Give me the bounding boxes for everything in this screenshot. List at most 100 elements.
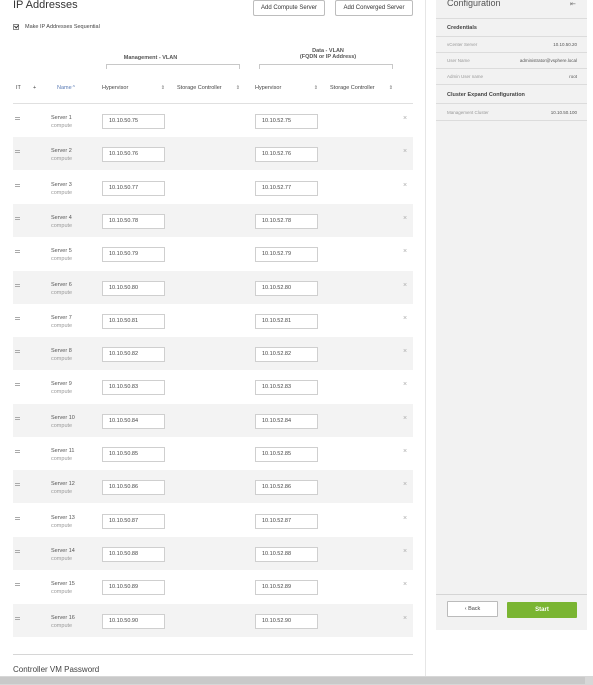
management-hypervisor-ip-input[interactable]: 10.10.50.79 <box>102 247 165 263</box>
management-hypervisor-ip-input[interactable]: 10.10.50.77 <box>102 180 165 196</box>
management-hypervisor-ip-input[interactable]: 10.10.50.75 <box>102 114 165 129</box>
management-hypervisor-ip-input[interactable]: 10.10.50.89 <box>102 580 165 596</box>
vcenter-server-label: vCenter Server <box>447 42 478 47</box>
column-header-data-storage-controller[interactable]: Storage Controller ⇕ <box>330 85 393 91</box>
start-button[interactable]: Start <box>507 602 577 618</box>
remove-server-icon[interactable]: × <box>403 315 407 322</box>
drag-handle-icon[interactable] <box>15 316 20 320</box>
collapse-arrow-icon[interactable]: ⇤ <box>570 0 576 8</box>
remove-server-icon[interactable]: × <box>403 248 407 255</box>
data-hypervisor-ip-input[interactable]: 10.10.52.84 <box>255 413 318 429</box>
data-hypervisor-ip-input[interactable]: 10.10.52.77 <box>255 180 318 196</box>
management-hypervisor-ip-input[interactable]: 10.10.50.88 <box>102 546 165 562</box>
data-hypervisor-ip-input[interactable]: 10.10.52.82 <box>255 347 318 363</box>
column-header-hypervisor[interactable]: Hypervisor ⇕ <box>102 85 165 91</box>
drag-handle-icon[interactable] <box>15 150 20 154</box>
server-role: compute <box>51 522 73 529</box>
drag-handle-icon[interactable] <box>15 516 20 520</box>
drag-handle-icon[interactable] <box>15 483 20 487</box>
drag-handle-icon[interactable] <box>15 583 20 587</box>
drag-handle-icon[interactable] <box>15 383 20 387</box>
management-hypervisor-ip-input[interactable]: 10.10.50.84 <box>102 413 165 429</box>
data-hypervisor-ip-input[interactable]: 10.10.52.85 <box>255 447 318 462</box>
remove-server-icon[interactable]: × <box>403 115 407 122</box>
column-header-name[interactable]: Name ^ <box>57 85 75 91</box>
remove-server-icon[interactable]: × <box>403 515 407 522</box>
data-hypervisor-ip-input[interactable]: 10.10.52.88 <box>255 546 318 562</box>
drag-handle-icon[interactable] <box>15 117 20 120</box>
remove-server-icon[interactable]: × <box>403 381 407 388</box>
data-hypervisor-ip-input[interactable]: 10.10.52.76 <box>255 147 318 163</box>
divider <box>436 120 587 121</box>
remove-server-icon[interactable]: × <box>403 215 407 222</box>
server-role: compute <box>51 156 73 163</box>
server-role: compute <box>51 256 73 263</box>
remove-server-icon[interactable]: × <box>403 348 407 355</box>
configuration-panel: Configuration ⇤ Credentials vCenter Serv… <box>436 0 587 630</box>
column-header-storage-controller[interactable]: Storage Controller ⇕ <box>177 85 240 91</box>
server-name: Server 7 compute <box>51 314 72 330</box>
sequential-ip-option[interactable]: Make IP Addresses Sequential <box>13 22 100 32</box>
table-row: Server 9 compute 10.10.50.83 10.10.52.83 × <box>13 370 413 403</box>
data-hypervisor-ip-input[interactable]: 10.10.52.87 <box>255 513 318 529</box>
drag-handle-icon[interactable] <box>15 216 20 220</box>
management-hypervisor-ip-input[interactable]: 10.10.50.78 <box>102 213 165 229</box>
add-converged-server-button[interactable]: Add Converged Server <box>335 0 413 16</box>
server-name-label: Server 9 <box>51 381 72 388</box>
remove-server-icon[interactable]: × <box>403 415 407 422</box>
management-hypervisor-ip-input[interactable]: 10.10.50.80 <box>102 280 165 296</box>
server-name-label: Server 10 <box>51 414 75 421</box>
management-hypervisor-ip-input[interactable]: 10.10.50.83 <box>102 380 165 396</box>
management-hypervisor-ip-input[interactable]: 10.10.50.90 <box>102 613 165 629</box>
horizontal-scrollbar[interactable] <box>0 676 593 685</box>
data-hypervisor-ip-input[interactable]: 10.10.52.75 <box>255 114 318 129</box>
back-button[interactable]: ‹ Back <box>447 601 498 617</box>
drag-handle-icon[interactable] <box>15 616 20 620</box>
drag-handle-icon[interactable] <box>15 450 20 453</box>
scrollbar-thumb[interactable] <box>0 677 585 684</box>
data-vlan-subtitle: (FQDN or IP Address) <box>299 54 357 60</box>
drag-handle-icon[interactable] <box>15 350 20 354</box>
management-hypervisor-ip-input[interactable]: 10.10.50.81 <box>102 313 165 329</box>
drag-handle-icon[interactable] <box>15 549 20 553</box>
sequential-ip-checkbox[interactable] <box>13 24 19 30</box>
data-hypervisor-ip-input[interactable]: 10.10.52.78 <box>255 213 318 229</box>
data-hypervisor-ip-input[interactable]: 10.10.52.79 <box>255 247 318 263</box>
server-role: compute <box>51 555 73 562</box>
remove-server-icon[interactable]: × <box>403 448 407 455</box>
drag-handle-icon[interactable] <box>15 283 20 287</box>
server-name: Server 9 compute <box>51 380 72 396</box>
table-row: Server 5 compute 10.10.50.79 10.10.52.79 × <box>13 237 413 270</box>
add-compute-server-button[interactable]: Add Compute Server <box>253 0 325 16</box>
management-hypervisor-ip-input[interactable]: 10.10.50.86 <box>102 480 165 496</box>
remove-server-icon[interactable]: × <box>403 581 407 588</box>
remove-server-icon[interactable]: × <box>403 182 407 189</box>
data-hypervisor-ip-input[interactable]: 10.10.52.90 <box>255 613 318 629</box>
management-hypervisor-ip-input[interactable]: 10.10.50.76 <box>102 147 165 163</box>
management-hypervisor-ip-input[interactable]: 10.10.50.87 <box>102 513 165 529</box>
remove-server-icon[interactable]: × <box>403 282 407 289</box>
table-row: Server 15 compute 10.10.50.89 10.10.52.89 × <box>13 570 413 603</box>
column-header-add[interactable]: + <box>33 85 36 91</box>
data-hypervisor-ip-input[interactable]: 10.10.52.86 <box>255 480 318 496</box>
server-name-label: Server 12 <box>51 481 75 488</box>
data-hypervisor-ip-input[interactable]: 10.10.52.83 <box>255 380 318 396</box>
column-header-index[interactable]: IT <box>16 85 21 91</box>
drag-handle-icon[interactable] <box>15 183 20 187</box>
remove-server-icon[interactable]: × <box>403 615 407 622</box>
drag-handle-icon[interactable] <box>15 250 20 254</box>
data-hypervisor-ip-input[interactable]: 10.10.52.89 <box>255 580 318 596</box>
data-hypervisor-ip-input[interactable]: 10.10.52.81 <box>255 313 318 329</box>
drag-handle-icon[interactable] <box>15 416 20 420</box>
remove-server-icon[interactable]: × <box>403 548 407 555</box>
divider <box>436 68 587 69</box>
server-role: compute <box>51 489 73 496</box>
table-row: Server 16 compute 10.10.50.90 10.10.52.90 × <box>13 603 413 637</box>
remove-server-icon[interactable]: × <box>403 148 407 155</box>
sequential-ip-label: Make IP Addresses Sequential <box>25 24 100 30</box>
data-hypervisor-ip-input[interactable]: 10.10.52.80 <box>255 280 318 296</box>
management-hypervisor-ip-input[interactable]: 10.10.50.82 <box>102 347 165 363</box>
management-hypervisor-ip-input[interactable]: 10.10.50.85 <box>102 447 165 462</box>
remove-server-icon[interactable]: × <box>403 481 407 488</box>
column-header-data-hypervisor[interactable]: Hypervisor ⇕ <box>255 85 318 91</box>
